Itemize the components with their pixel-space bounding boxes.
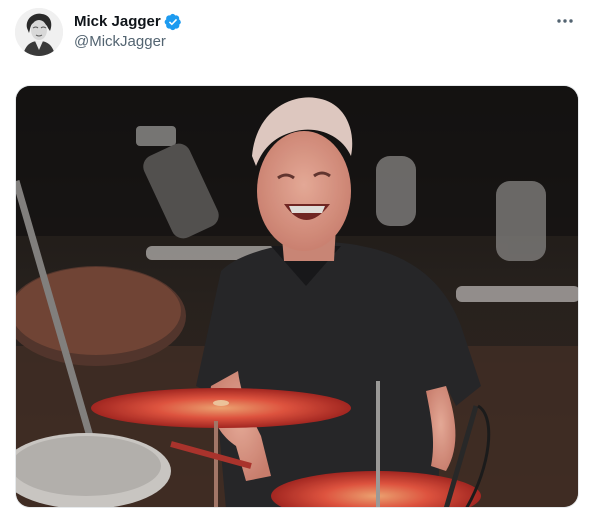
author-handle[interactable]: @MickJagger [74, 32, 182, 52]
verified-badge-icon [164, 13, 181, 31]
tweet-header: Mick Jagger @MickJagger [15, 8, 580, 58]
display-name[interactable]: Mick Jagger [74, 12, 161, 32]
tweet-photo[interactable] [15, 85, 579, 508]
photo-drummer-icon [16, 86, 578, 507]
author-info: Mick Jagger @MickJagger [74, 12, 182, 52]
name-row: Mick Jagger [74, 12, 182, 32]
more-options-icon [557, 19, 573, 23]
portrait-avatar-icon [15, 8, 63, 56]
more-options-button[interactable] [554, 10, 576, 32]
avatar[interactable] [15, 8, 63, 56]
